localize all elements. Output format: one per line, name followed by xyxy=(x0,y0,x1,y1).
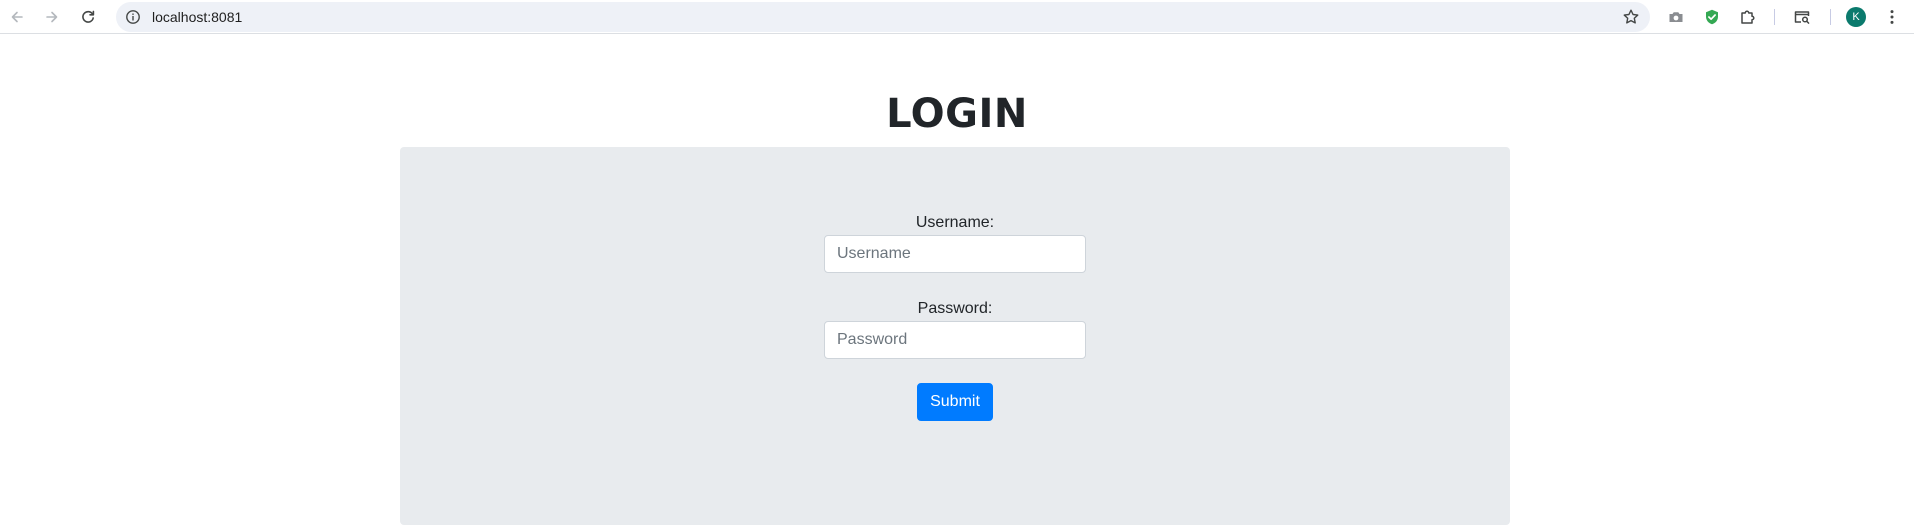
password-input[interactable] xyxy=(824,321,1086,359)
address-bar[interactable]: localhost:8081 xyxy=(116,2,1650,32)
browser-menu-button[interactable] xyxy=(1882,7,1902,27)
reload-button[interactable] xyxy=(76,5,100,29)
extension-shield-button[interactable] xyxy=(1702,7,1722,27)
tab-search-button[interactable] xyxy=(1792,7,1812,27)
username-input[interactable] xyxy=(824,235,1086,273)
bookmark-button[interactable] xyxy=(1622,8,1640,26)
arrow-left-icon xyxy=(11,11,23,23)
toolbar-divider xyxy=(1830,9,1831,25)
arrow-right-icon xyxy=(46,11,58,23)
back-button[interactable] xyxy=(5,5,29,29)
puzzle-icon xyxy=(1741,10,1755,24)
submit-button[interactable]: Submit xyxy=(917,383,993,421)
password-label: Password: xyxy=(917,300,993,317)
site-info-button[interactable] xyxy=(124,8,142,26)
extensions-button[interactable] xyxy=(1738,7,1758,27)
page-title: LOGIN xyxy=(886,91,1028,137)
camera-icon xyxy=(1669,12,1683,22)
tab-search-icon xyxy=(1794,11,1810,24)
reload-icon xyxy=(82,10,95,23)
username-label: Username: xyxy=(915,214,995,231)
screenshot-button[interactable] xyxy=(1666,7,1686,27)
browser-toolbar: localhost:8081 K xyxy=(0,0,1914,34)
star-icon xyxy=(1623,9,1639,24)
shield-check-icon xyxy=(1706,9,1718,25)
profile-avatar[interactable]: K xyxy=(1846,7,1866,27)
info-icon xyxy=(126,10,140,24)
forward-button[interactable] xyxy=(40,5,64,29)
toolbar-divider xyxy=(1774,9,1775,25)
login-form-panel: Username: Password: Submit xyxy=(400,147,1510,525)
kebab-menu-icon xyxy=(1890,10,1894,24)
url-text[interactable]: localhost:8081 xyxy=(152,9,242,25)
